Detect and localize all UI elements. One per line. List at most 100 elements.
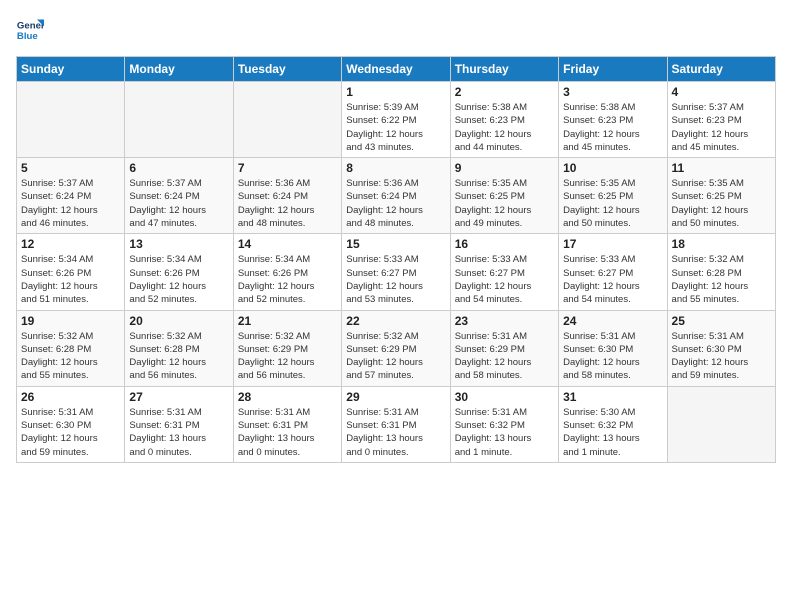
- day-info: Sunrise: 5:37 AM Sunset: 6:24 PM Dayligh…: [21, 177, 120, 230]
- day-info: Sunrise: 5:32 AM Sunset: 6:28 PM Dayligh…: [21, 330, 120, 383]
- calendar-cell: 17 Sunrise: 5:33 AM Sunset: 6:27 PM Dayli…: [559, 234, 667, 310]
- day-info: Sunrise: 5:32 AM Sunset: 6:28 PM Dayligh…: [129, 330, 228, 383]
- day-number: 14: [238, 237, 337, 251]
- day-number: 16: [455, 237, 554, 251]
- day-info: Sunrise: 5:35 AM Sunset: 6:25 PM Dayligh…: [672, 177, 771, 230]
- day-info: Sunrise: 5:37 AM Sunset: 6:23 PM Dayligh…: [672, 101, 771, 154]
- page-header: General Blue: [16, 16, 776, 44]
- calendar-cell: 16Sunrise: 5:33 AM Sunset: 6:27 PM Dayli…: [450, 234, 558, 310]
- day-info: Sunrise: 5:35 AM Sunset: 6:25 PM Dayligh…: [563, 177, 662, 230]
- day-number: 31: [563, 390, 662, 404]
- day-info: Sunrise: 5:31 AM Sunset: 6:32 PM Dayligh…: [455, 406, 554, 459]
- day-number: 11: [672, 161, 771, 175]
- calendar-cell: 12 Sunrise: 5:34 AM Sunset: 6:26 PM Dayli…: [17, 234, 125, 310]
- day-info: Sunrise: 5:39 AM Sunset: 6:22 PM Dayligh…: [346, 101, 445, 154]
- day-info: Sunrise: 5:32 AM Sunset: 6:29 PM Dayligh…: [238, 330, 337, 383]
- day-number: 27: [129, 390, 228, 404]
- calendar-cell: 24 Sunrise: 5:31 AM Sunset: 6:30 PM Dayli…: [559, 310, 667, 386]
- day-info: Sunrise: 5:31 AM Sunset: 6:30 PM Dayligh…: [21, 406, 120, 459]
- header-cell-saturday: Saturday: [667, 57, 775, 82]
- day-number: 21: [238, 314, 337, 328]
- day-number: 28: [238, 390, 337, 404]
- header-cell-wednesday: Wednesday: [342, 57, 450, 82]
- calendar-cell: [667, 386, 775, 462]
- day-info: Sunrise: 5:37 AM Sunset: 6:24 PM Dayligh…: [129, 177, 228, 230]
- day-info: Sunrise: 5:31 AM Sunset: 6:31 PM Dayligh…: [346, 406, 445, 459]
- day-number: 22: [346, 314, 445, 328]
- day-info: Sunrise: 5:35 AM Sunset: 6:25 PM Dayligh…: [455, 177, 554, 230]
- calendar-cell: 11 Sunrise: 5:35 AM Sunset: 6:25 PM Dayli…: [667, 158, 775, 234]
- day-info: Sunrise: 5:31 AM Sunset: 6:29 PM Dayligh…: [455, 330, 554, 383]
- calendar-cell: 13 Sunrise: 5:34 AM Sunset: 6:26 PM Dayli…: [125, 234, 233, 310]
- day-number: 23: [455, 314, 554, 328]
- calendar-cell: [125, 82, 233, 158]
- calendar-cell: 1 Sunrise: 5:39 AM Sunset: 6:22 PM Daylig…: [342, 82, 450, 158]
- calendar-cell: 2 Sunrise: 5:38 AM Sunset: 6:23 PM Daylig…: [450, 82, 558, 158]
- day-number: 12: [21, 237, 120, 251]
- calendar-cell: 31 Sunrise: 5:30 AM Sunset: 6:32 PM Dayli…: [559, 386, 667, 462]
- day-number: 9: [455, 161, 554, 175]
- calendar-cell: 7Sunrise: 5:36 AM Sunset: 6:24 PM Daylig…: [233, 158, 341, 234]
- calendar-cell: 18Sunrise: 5:32 AM Sunset: 6:28 PM Dayli…: [667, 234, 775, 310]
- day-number: 30: [455, 390, 554, 404]
- day-info: Sunrise: 5:32 AM Sunset: 6:29 PM Dayligh…: [346, 330, 445, 383]
- calendar-cell: 9 Sunrise: 5:35 AM Sunset: 6:25 PM Daylig…: [450, 158, 558, 234]
- calendar-cell: 20Sunrise: 5:32 AM Sunset: 6:28 PM Dayli…: [125, 310, 233, 386]
- day-number: 1: [346, 85, 445, 99]
- calendar-cell: 23 Sunrise: 5:31 AM Sunset: 6:29 PM Dayli…: [450, 310, 558, 386]
- day-number: 5: [21, 161, 120, 175]
- day-number: 17: [563, 237, 662, 251]
- day-number: 24: [563, 314, 662, 328]
- calendar-cell: 8 Sunrise: 5:36 AM Sunset: 6:24 PM Daylig…: [342, 158, 450, 234]
- calendar-cell: [17, 82, 125, 158]
- svg-text:Blue: Blue: [17, 31, 38, 42]
- day-number: 6: [129, 161, 228, 175]
- calendar-cell: 15 Sunrise: 5:33 AM Sunset: 6:27 PM Dayli…: [342, 234, 450, 310]
- calendar-cell: 26 Sunrise: 5:31 AM Sunset: 6:30 PM Dayli…: [17, 386, 125, 462]
- header-cell-monday: Monday: [125, 57, 233, 82]
- logo: General Blue: [16, 16, 48, 44]
- day-number: 19: [21, 314, 120, 328]
- day-number: 13: [129, 237, 228, 251]
- week-row-2: 5 Sunrise: 5:37 AM Sunset: 6:24 PM Daylig…: [17, 158, 776, 234]
- day-info: Sunrise: 5:31 AM Sunset: 6:31 PM Dayligh…: [129, 406, 228, 459]
- day-number: 8: [346, 161, 445, 175]
- calendar-cell: 21 Sunrise: 5:32 AM Sunset: 6:29 PM Dayli…: [233, 310, 341, 386]
- day-number: 15: [346, 237, 445, 251]
- day-info: Sunrise: 5:36 AM Sunset: 6:24 PM Dayligh…: [346, 177, 445, 230]
- day-info: Sunrise: 5:31 AM Sunset: 6:30 PM Dayligh…: [672, 330, 771, 383]
- calendar-cell: 10 Sunrise: 5:35 AM Sunset: 6:25 PM Dayli…: [559, 158, 667, 234]
- day-info: Sunrise: 5:31 AM Sunset: 6:30 PM Dayligh…: [563, 330, 662, 383]
- header-cell-tuesday: Tuesday: [233, 57, 341, 82]
- day-info: Sunrise: 5:38 AM Sunset: 6:23 PM Dayligh…: [455, 101, 554, 154]
- day-info: Sunrise: 5:34 AM Sunset: 6:26 PM Dayligh…: [129, 253, 228, 306]
- day-info: Sunrise: 5:38 AM Sunset: 6:23 PM Dayligh…: [563, 101, 662, 154]
- day-info: Sunrise: 5:33 AM Sunset: 6:27 PM Dayligh…: [346, 253, 445, 306]
- day-number: 7: [238, 161, 337, 175]
- day-info: Sunrise: 5:30 AM Sunset: 6:32 PM Dayligh…: [563, 406, 662, 459]
- day-number: 26: [21, 390, 120, 404]
- day-number: 25: [672, 314, 771, 328]
- day-number: 29: [346, 390, 445, 404]
- week-row-5: 26 Sunrise: 5:31 AM Sunset: 6:30 PM Dayli…: [17, 386, 776, 462]
- calendar-cell: 30 Sunrise: 5:31 AM Sunset: 6:32 PM Dayli…: [450, 386, 558, 462]
- day-info: Sunrise: 5:34 AM Sunset: 6:26 PM Dayligh…: [21, 253, 120, 306]
- day-number: 4: [672, 85, 771, 99]
- day-info: Sunrise: 5:31 AM Sunset: 6:31 PM Dayligh…: [238, 406, 337, 459]
- week-row-4: 19 Sunrise: 5:32 AM Sunset: 6:28 PM Dayli…: [17, 310, 776, 386]
- day-number: 2: [455, 85, 554, 99]
- day-number: 10: [563, 161, 662, 175]
- day-number: 18: [672, 237, 771, 251]
- calendar-cell: 5 Sunrise: 5:37 AM Sunset: 6:24 PM Daylig…: [17, 158, 125, 234]
- calendar-table: SundayMondayTuesdayWednesdayThursdayFrid…: [16, 56, 776, 463]
- day-number: 3: [563, 85, 662, 99]
- week-row-3: 12 Sunrise: 5:34 AM Sunset: 6:26 PM Dayli…: [17, 234, 776, 310]
- header-cell-thursday: Thursday: [450, 57, 558, 82]
- calendar-cell: 29 Sunrise: 5:31 AM Sunset: 6:31 PM Dayli…: [342, 386, 450, 462]
- calendar-cell: 27 Sunrise: 5:31 AM Sunset: 6:31 PM Dayli…: [125, 386, 233, 462]
- day-info: Sunrise: 5:33 AM Sunset: 6:27 PM Dayligh…: [563, 253, 662, 306]
- logo-icon: General Blue: [16, 16, 44, 44]
- calendar-cell: 25 Sunrise: 5:31 AM Sunset: 6:30 PM Dayli…: [667, 310, 775, 386]
- calendar-cell: 6 Sunrise: 5:37 AM Sunset: 6:24 PM Daylig…: [125, 158, 233, 234]
- calendar-body: 1 Sunrise: 5:39 AM Sunset: 6:22 PM Daylig…: [17, 82, 776, 463]
